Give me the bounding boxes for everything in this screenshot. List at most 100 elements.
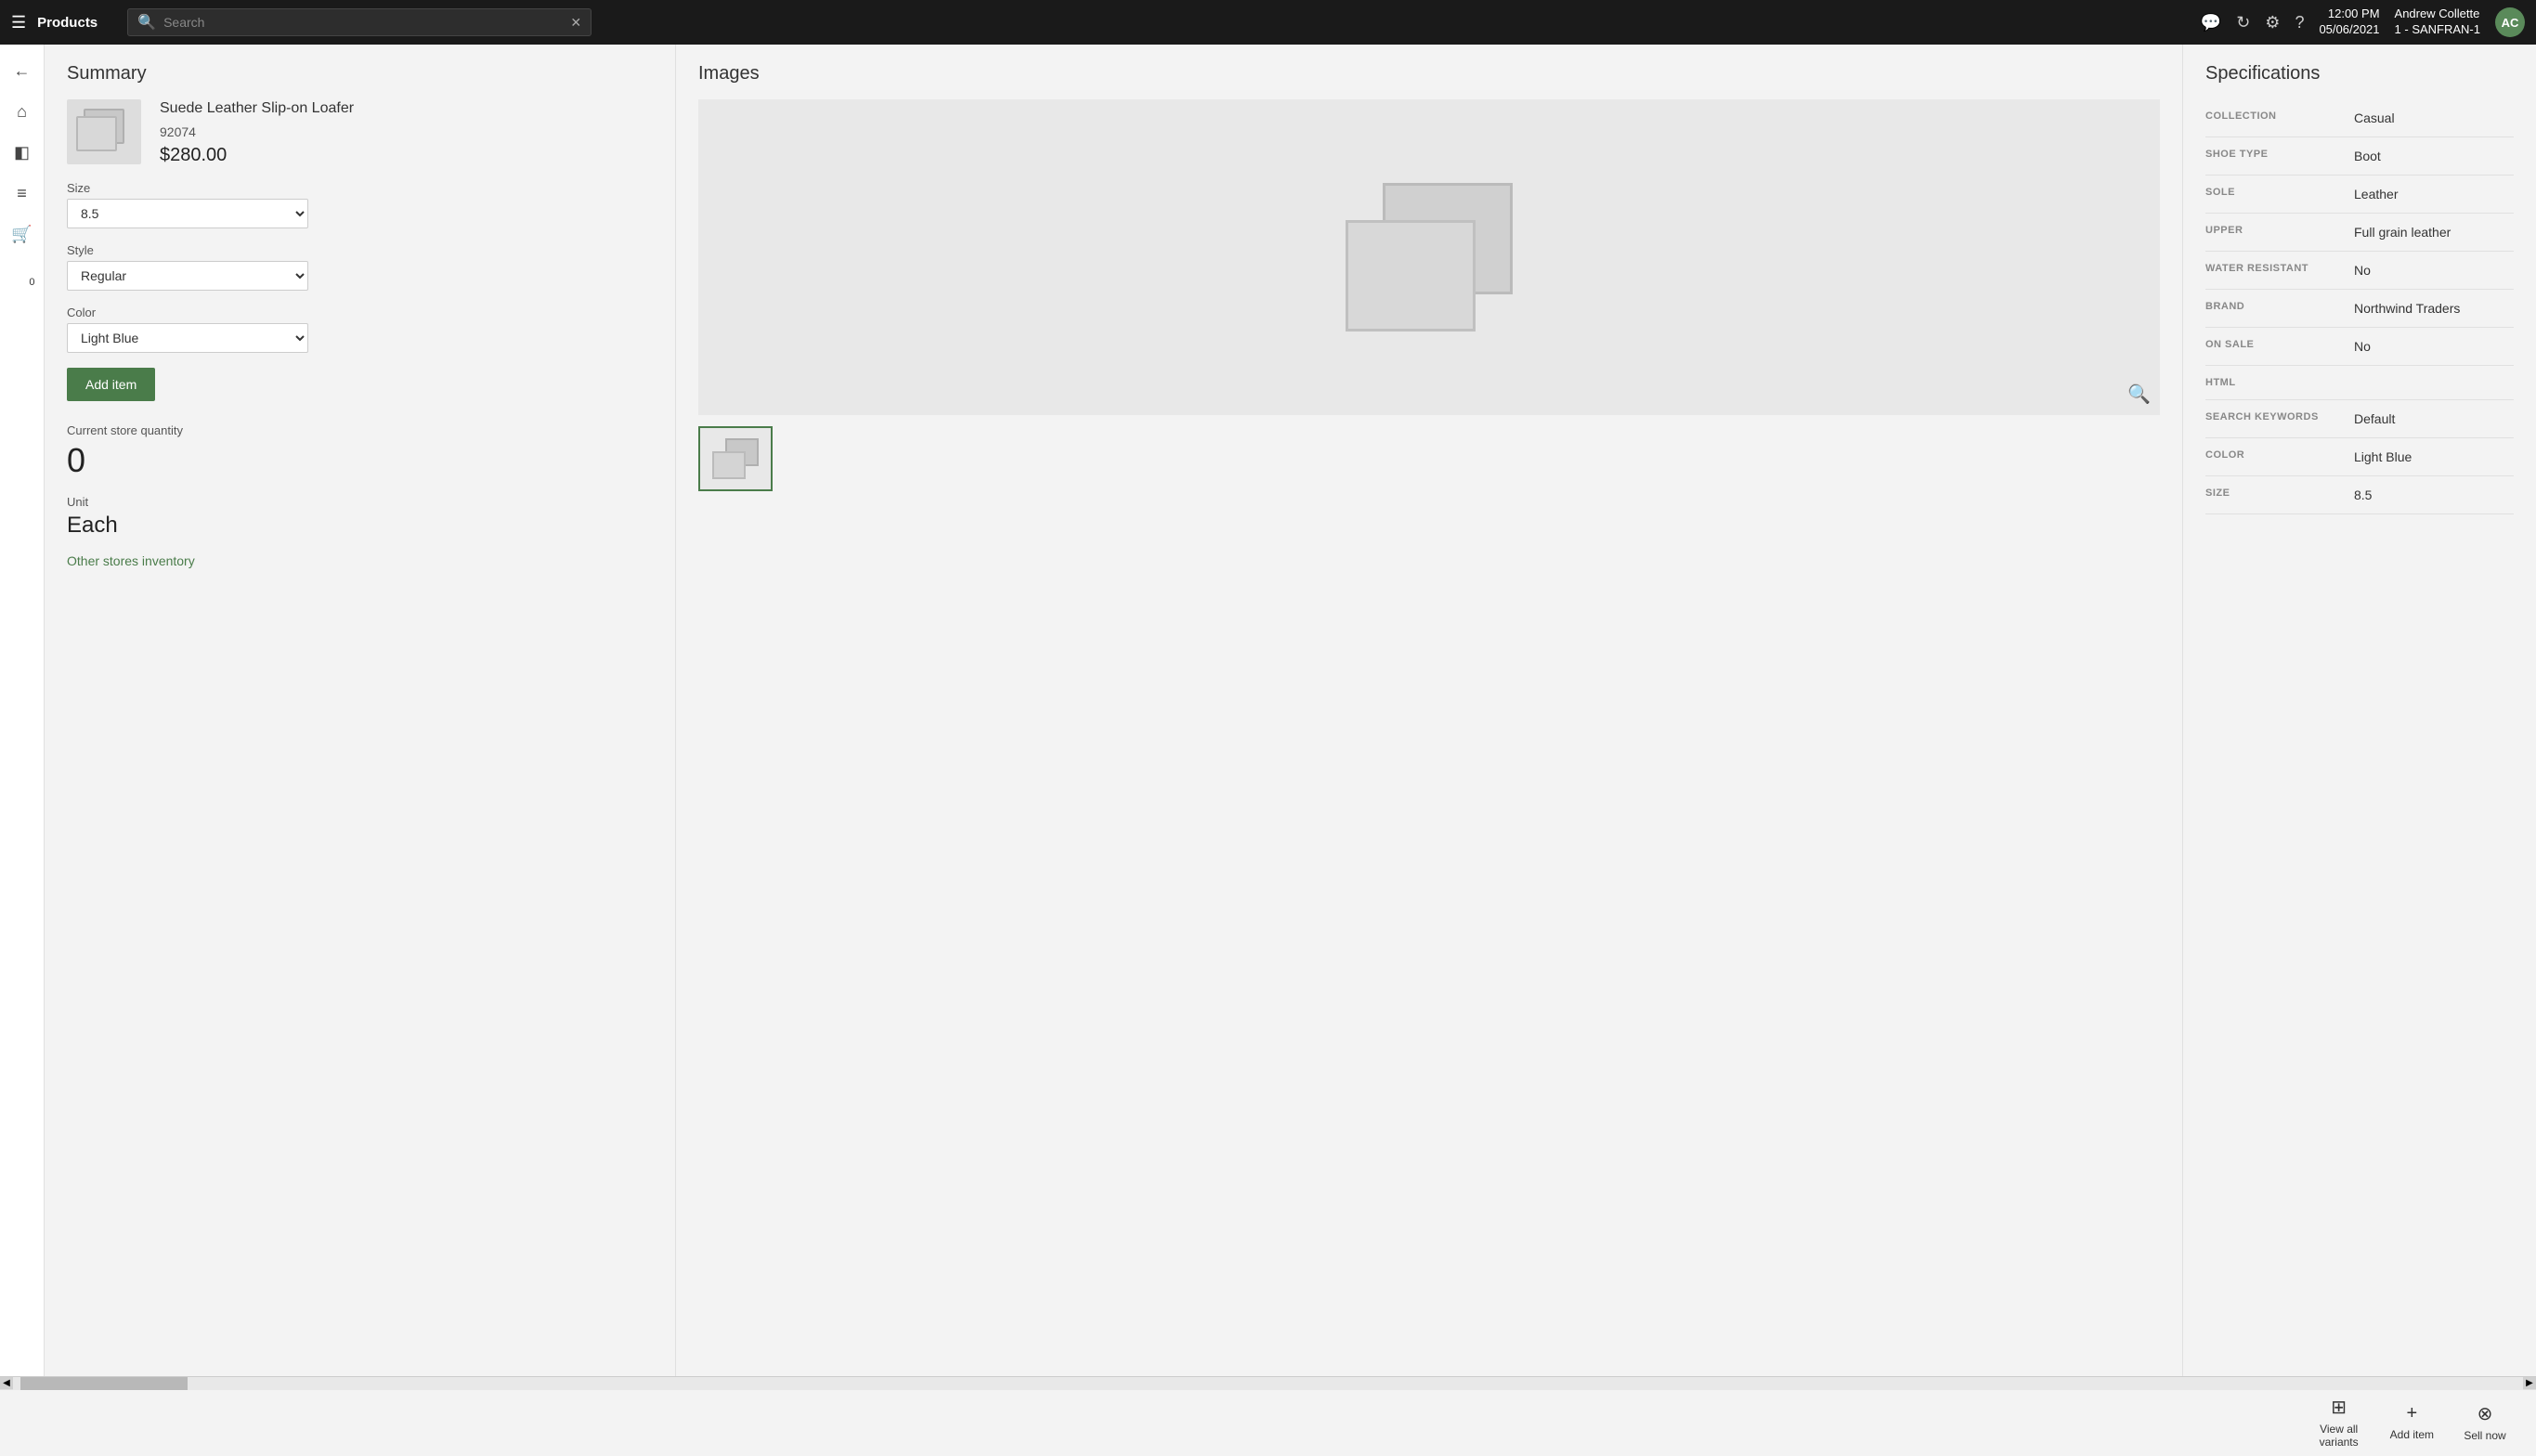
product-price: $280.00 bbox=[160, 145, 354, 166]
spec-key: SEARCH KEYWORDS bbox=[2205, 411, 2354, 422]
spec-value: Full grain leather bbox=[2354, 225, 2514, 240]
spec-row: UPPER Full grain leather bbox=[2205, 214, 2514, 252]
horizontal-scrollbar[interactable]: ◀ ▶ bbox=[0, 1376, 2536, 1389]
sell-now-icon: ⊗ bbox=[2477, 1402, 2493, 1425]
spec-key: ON SALE bbox=[2205, 339, 2354, 350]
close-search-icon[interactable]: ✕ bbox=[570, 15, 581, 31]
sidebar: ← ⌂ ◧ ≡ 🛒 0 bbox=[0, 45, 45, 1376]
product-name: Suede Leather Slip-on Loafer bbox=[160, 99, 354, 119]
image-stack-icon bbox=[76, 109, 132, 155]
bottom-action-view-all-variants[interactable]: ⊞ View allvariants bbox=[2307, 1388, 2372, 1456]
spec-value: Leather bbox=[2354, 187, 2514, 202]
main-layout: ← ⌂ ◧ ≡ 🛒 0 Summary Suede Leather Slip-o… bbox=[0, 45, 2536, 1376]
specs-title: Specifications bbox=[2205, 63, 2514, 84]
thumbnail-strip bbox=[698, 426, 2160, 491]
view-all-variants-label: View allvariants bbox=[2320, 1423, 2359, 1449]
specs-panel: Specifications COLLECTION Casual SHOE TY… bbox=[2183, 45, 2536, 1376]
style-label: Style bbox=[67, 243, 653, 257]
summary-title: Summary bbox=[67, 63, 653, 84]
spec-value: No bbox=[2354, 263, 2514, 278]
size-select[interactable]: 8.5 9 9.5 10 10.5 11 bbox=[67, 199, 308, 228]
images-title: Images bbox=[698, 63, 2160, 84]
avatar: AC bbox=[2495, 7, 2525, 37]
zoom-icon[interactable]: 🔍 bbox=[2127, 383, 2151, 406]
images-panel: Images 🔍 bbox=[676, 45, 2183, 1376]
topbar-user: Andrew Collette 1 - SANFRAN-1 bbox=[2395, 6, 2480, 38]
spec-key: HTML bbox=[2205, 377, 2354, 388]
sidebar-item-badge[interactable]: 0 bbox=[4, 256, 41, 293]
search-icon: 🔍 bbox=[137, 13, 156, 32]
spec-key: SOLE bbox=[2205, 187, 2354, 198]
view-all-variants-icon: ⊞ bbox=[2331, 1396, 2347, 1419]
thumbnail-1[interactable] bbox=[698, 426, 773, 491]
help-icon[interactable]: ? bbox=[2295, 13, 2304, 32]
bottom-bar: ⊞ View allvariants + Add item ⊗ Sell now bbox=[0, 1389, 2536, 1454]
spec-value: Light Blue bbox=[2354, 449, 2514, 464]
search-input[interactable] bbox=[163, 15, 563, 30]
thumb-icon-1 bbox=[712, 438, 759, 479]
spec-row: COLOR Light Blue bbox=[2205, 438, 2514, 476]
other-stores-link[interactable]: Other stores inventory bbox=[67, 553, 195, 568]
spec-key: COLLECTION bbox=[2205, 110, 2354, 122]
bottom-action-sell-now[interactable]: ⊗ Sell now bbox=[2452, 1395, 2517, 1450]
spec-key: COLOR bbox=[2205, 449, 2354, 461]
spec-row: BRAND Northwind Traders bbox=[2205, 290, 2514, 328]
spec-value: Default bbox=[2354, 411, 2514, 426]
size-section: Size 8.5 9 9.5 10 10.5 11 bbox=[67, 181, 653, 228]
unit-value: Each bbox=[67, 513, 653, 539]
spec-key: BRAND bbox=[2205, 301, 2354, 312]
topbar-right: 💬 ↻ ⚙ ? 12:00 PM 05/06/2021 Andrew Colle… bbox=[2201, 6, 2525, 38]
quantity-label: Current store quantity bbox=[67, 423, 653, 437]
spec-row: WATER RESISTANT No bbox=[2205, 252, 2514, 290]
spec-key: WATER RESISTANT bbox=[2205, 263, 2354, 274]
main-image-area: 🔍 bbox=[698, 99, 2160, 415]
settings-icon[interactable]: ⚙ bbox=[2265, 13, 2280, 32]
sidebar-item-cart[interactable]: 🛒 bbox=[4, 215, 41, 253]
content-area: Summary Suede Leather Slip-on Loafer 920… bbox=[45, 45, 2536, 1376]
main-image-front bbox=[1346, 220, 1476, 332]
scroll-right-arrow[interactable]: ▶ bbox=[2523, 1377, 2536, 1390]
unit-label: Unit bbox=[67, 495, 653, 509]
spec-key: SHOE TYPE bbox=[2205, 149, 2354, 160]
spec-value: Casual bbox=[2354, 110, 2514, 125]
spec-row: COLLECTION Casual bbox=[2205, 99, 2514, 137]
spec-row: SIZE 8.5 bbox=[2205, 476, 2514, 514]
spec-value: Boot bbox=[2354, 149, 2514, 163]
color-section: Color Light Blue Black Brown White bbox=[67, 306, 653, 353]
sidebar-item-store[interactable]: ◧ bbox=[4, 134, 41, 171]
spec-row: HTML bbox=[2205, 366, 2514, 400]
topbar-time: 12:00 PM 05/06/2021 bbox=[2319, 6, 2379, 38]
refresh-icon[interactable]: ↻ bbox=[2236, 13, 2250, 32]
product-image bbox=[67, 99, 141, 164]
spec-key: SIZE bbox=[2205, 488, 2354, 499]
color-select[interactable]: Light Blue Black Brown White bbox=[67, 323, 308, 353]
add-item-button[interactable]: Add item bbox=[67, 368, 155, 401]
spec-rows: COLLECTION Casual SHOE TYPE Boot SOLE Le… bbox=[2205, 99, 2514, 514]
summary-panel: Summary Suede Leather Slip-on Loafer 920… bbox=[45, 45, 676, 1376]
scroll-left-arrow[interactable]: ◀ bbox=[0, 1377, 13, 1390]
spec-key: UPPER bbox=[2205, 225, 2354, 236]
product-info: Suede Leather Slip-on Loafer 92074 $280.… bbox=[160, 99, 354, 166]
spec-row: SEARCH KEYWORDS Default bbox=[2205, 400, 2514, 438]
scroll-track[interactable] bbox=[13, 1377, 2523, 1390]
chat-icon[interactable]: 💬 bbox=[2201, 13, 2221, 32]
sidebar-item-home[interactable]: ⌂ bbox=[4, 93, 41, 130]
hamburger-icon[interactable]: ☰ bbox=[11, 13, 26, 32]
main-image-stack bbox=[1346, 183, 1513, 332]
sidebar-item-back[interactable]: ← bbox=[4, 52, 41, 89]
sell-now-label: Sell now bbox=[2464, 1429, 2505, 1442]
sidebar-item-menu[interactable]: ≡ bbox=[4, 175, 41, 212]
scroll-handle[interactable] bbox=[20, 1377, 188, 1390]
product-sku: 92074 bbox=[160, 124, 354, 139]
style-section: Style Regular Wide Narrow bbox=[67, 243, 653, 291]
badge-count: 0 bbox=[29, 277, 34, 288]
quantity-value: 0 bbox=[67, 441, 653, 480]
spec-row: SOLE Leather bbox=[2205, 176, 2514, 214]
spec-value: No bbox=[2354, 339, 2514, 354]
spec-value: Northwind Traders bbox=[2354, 301, 2514, 316]
style-select[interactable]: Regular Wide Narrow bbox=[67, 261, 308, 291]
app-title: Products bbox=[37, 15, 98, 31]
spec-row: ON SALE No bbox=[2205, 328, 2514, 366]
bottom-action-add-item[interactable]: + Add item bbox=[2379, 1396, 2445, 1449]
search-bar[interactable]: 🔍 ✕ bbox=[127, 8, 592, 36]
